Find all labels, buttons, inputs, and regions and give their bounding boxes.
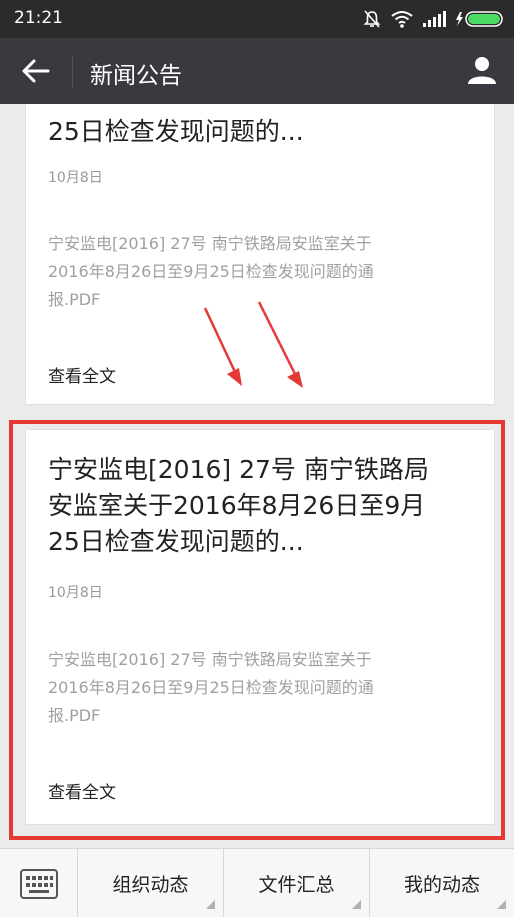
news-card[interactable]: 宁安监电[2016] 27号 南宁铁路局 安监室关于2016年8月26日至9月 … xyxy=(26,430,494,824)
tab-my-activity[interactable]: 我的动态 xyxy=(370,849,514,917)
back-arrow-icon[interactable] xyxy=(20,55,52,87)
app-bar-divider xyxy=(72,55,73,87)
news-card-date: 10月8日 xyxy=(48,585,103,601)
news-card-title: 宁安监电[2016] 27号 南宁铁路局 安监室关于2016年8月26日至9月 … xyxy=(48,455,429,556)
news-list[interactable]: 25日检查发现问题的... 10月8日 宁安监电[2016] 27号 南宁铁路局… xyxy=(0,104,514,848)
status-bar: 21:21 xyxy=(0,0,514,38)
app-bar: 新闻公告 xyxy=(0,38,514,104)
status-icons xyxy=(362,6,506,32)
red-arrow-icon xyxy=(203,301,303,388)
news-card-date: 10月8日 xyxy=(48,170,103,186)
tab-file-summary[interactable]: 文件汇总 xyxy=(224,849,370,917)
battery-icon xyxy=(456,11,503,27)
status-time: 21:21 xyxy=(14,8,63,28)
submenu-indicator-icon xyxy=(352,900,361,909)
mute-bell-icon xyxy=(363,10,381,28)
tab-org-news[interactable]: 组织动态 xyxy=(78,849,224,917)
bottom-menu: 组织动态 文件汇总 我的动态 xyxy=(0,848,514,917)
signal-icon xyxy=(423,11,446,27)
submenu-indicator-icon xyxy=(497,900,506,909)
user-icon[interactable] xyxy=(466,54,498,86)
read-full-link[interactable]: 查看全文 xyxy=(48,362,116,387)
news-card-excerpt: 宁安监电[2016] 27号 南宁铁路局安监室关于 2016年8月26日至9月2… xyxy=(48,650,374,725)
submenu-indicator-icon xyxy=(206,900,215,909)
read-full-link[interactable]: 查看全文 xyxy=(48,778,116,803)
wifi-icon xyxy=(391,11,413,28)
page-title: 新闻公告 xyxy=(90,63,182,89)
news-card-title: 25日检查发现问题的... xyxy=(48,117,304,146)
keyboard-toggle-button[interactable] xyxy=(0,849,78,917)
keyboard-icon xyxy=(20,869,58,899)
